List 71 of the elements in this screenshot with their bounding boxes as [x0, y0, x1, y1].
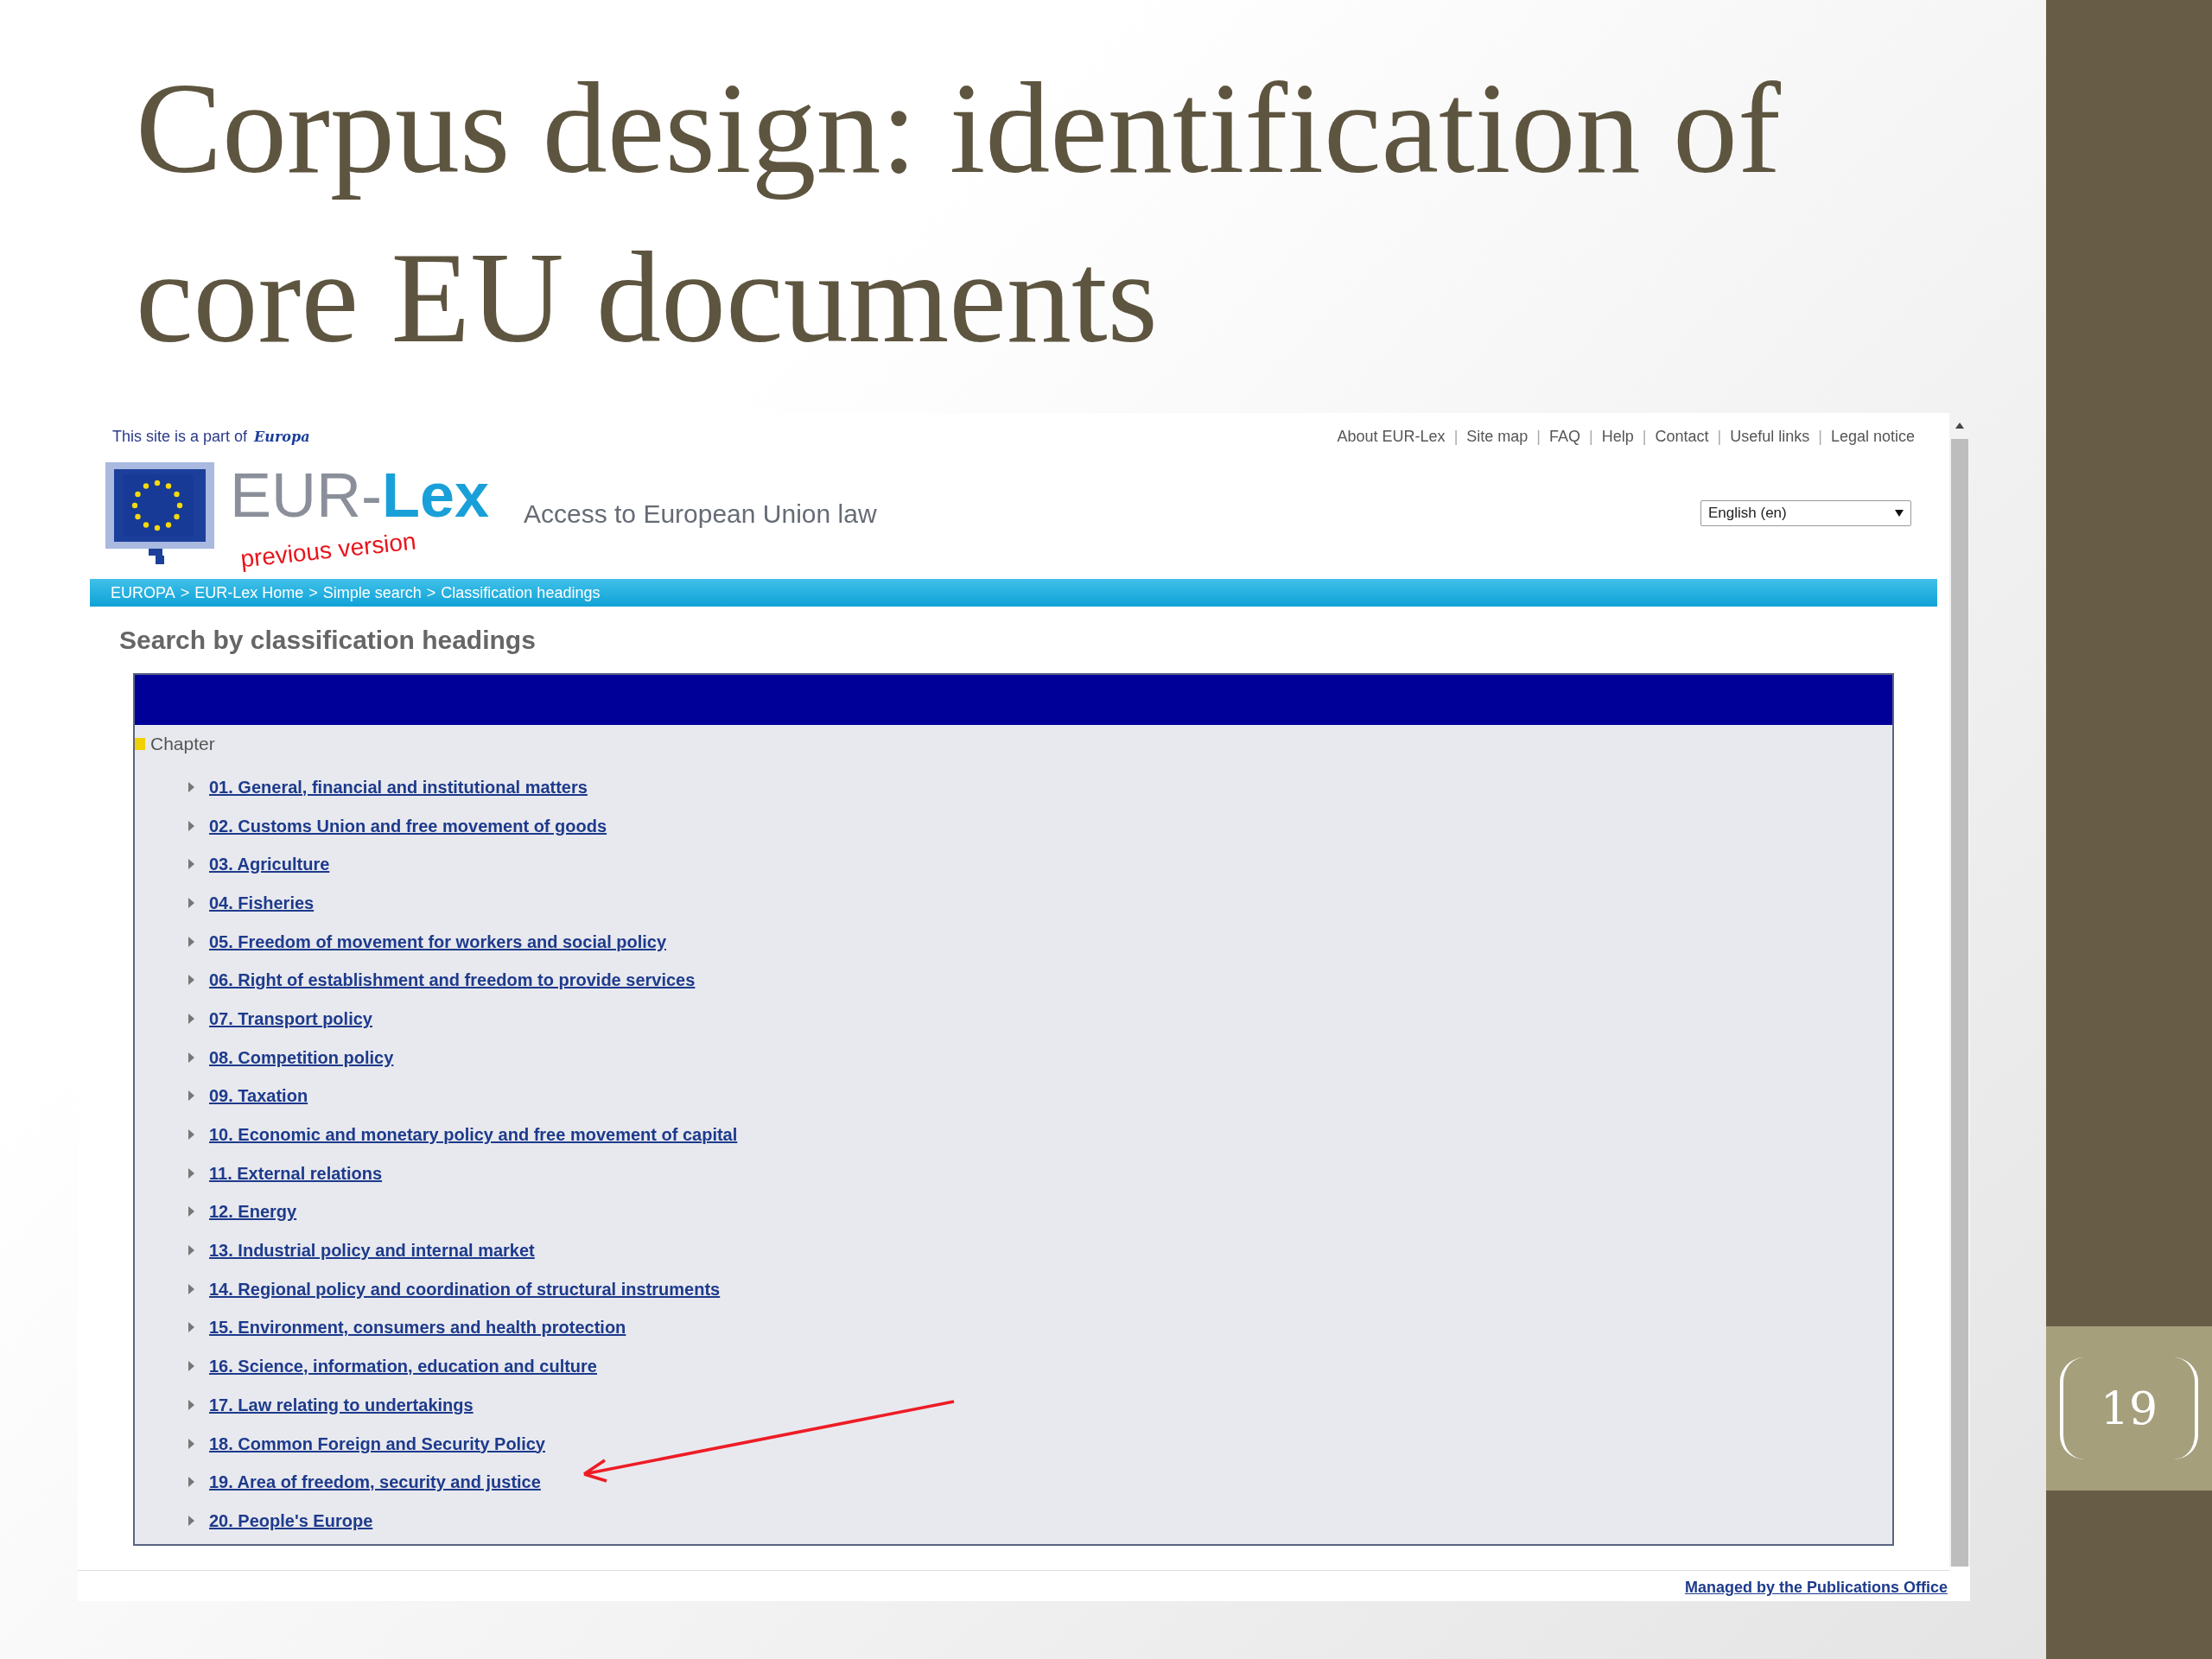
- breadcrumb-separator: >: [180, 582, 190, 603]
- chapter-link[interactable]: 05. Freedom of movement for workers and social policy: [209, 928, 667, 955]
- slide-title: Corpus design: identification of core EU documents: [136, 55, 1782, 371]
- top-link[interactable]: About EUR-Lex: [1337, 425, 1446, 448]
- chapter-link[interactable]: 10. Economic and monetary policy and free movement of capital: [209, 1122, 738, 1148]
- top-link[interactable]: Site map: [1466, 425, 1529, 448]
- language-select[interactable]: English (en): [1700, 500, 1911, 526]
- expand-arrow-icon[interactable]: [187, 1206, 195, 1217]
- chapter-link[interactable]: 12. Energy: [209, 1198, 297, 1225]
- expand-arrow-icon[interactable]: [187, 1477, 195, 1488]
- link-separator: |: [1717, 427, 1722, 447]
- chapter-link[interactable]: 01. General, financial and institutional matters: [209, 773, 588, 800]
- expand-arrow-icon[interactable]: [187, 859, 195, 870]
- chapter-link[interactable]: 13. Industrial policy and internal market: [209, 1237, 535, 1264]
- footer-link[interactable]: Managed by the Publications Office: [1684, 1576, 1948, 1599]
- previous-version-label: previous version: [238, 526, 418, 575]
- page-number: 19: [2100, 1382, 2158, 1436]
- chapter-link[interactable]: 19. Area of freedom, security and justice: [209, 1469, 541, 1496]
- link-separator: |: [1453, 427, 1459, 447]
- eur-lex-logo: EUR-Lex: [230, 461, 490, 529]
- site-affiliation-text: This site is a part of: [112, 427, 248, 447]
- chapter-link[interactable]: 18. Common Foreign and Security Policy: [209, 1430, 545, 1457]
- link-separator: |: [1642, 427, 1647, 447]
- europa-logo[interactable]: Europa: [254, 426, 310, 448]
- expand-arrow-icon[interactable]: [187, 1361, 195, 1372]
- breadcrumb-separator: >: [426, 582, 436, 603]
- chapter-link[interactable]: 15. Environment, consumers and health protection: [209, 1314, 626, 1341]
- chapter-link[interactable]: 02. Customs Union and free movement of goods: [209, 812, 607, 839]
- chapter-link[interactable]: 07. Transport policy: [209, 1005, 372, 1032]
- top-link[interactable]: Useful links: [1730, 425, 1810, 448]
- chapter-link[interactable]: 20. People's Europe: [209, 1507, 373, 1534]
- chapter-link[interactable]: 16. Science, information, education and culture: [209, 1353, 597, 1380]
- expand-arrow-icon[interactable]: [187, 1090, 195, 1102]
- chapter-link[interactable]: 09. Taxation: [209, 1083, 308, 1109]
- expand-arrow-icon[interactable]: [187, 1515, 195, 1526]
- expand-arrow-icon[interactable]: [187, 1167, 195, 1179]
- chapter-link[interactable]: 14. Regional policy and coordination of structural instruments: [209, 1275, 721, 1302]
- expand-arrow-icon[interactable]: [187, 975, 195, 986]
- expand-arrow-icon[interactable]: [187, 897, 195, 908]
- chapter-link[interactable]: 04. Fisheries: [209, 889, 315, 916]
- chapter-link[interactable]: 03. Agriculture: [209, 851, 330, 878]
- breadcrumb-separator: >: [308, 582, 318, 603]
- top-link[interactable]: Contact: [1655, 425, 1709, 448]
- dropdown-caret-icon: [1895, 510, 1904, 517]
- chapter-link[interactable]: 08. Competition policy: [209, 1044, 394, 1071]
- chapter-link[interactable]: 11. External relations: [209, 1160, 383, 1186]
- link-separator: |: [1818, 427, 1822, 447]
- top-link[interactable]: Help: [1601, 425, 1634, 448]
- expand-arrow-icon[interactable]: [187, 781, 195, 792]
- expand-arrow-icon[interactable]: [187, 936, 195, 947]
- expand-arrow-icon[interactable]: [187, 1283, 195, 1294]
- scrollbar-thumb[interactable]: [1951, 439, 1968, 1567]
- expand-arrow-icon[interactable]: [187, 1052, 195, 1063]
- top-link[interactable]: FAQ: [1549, 425, 1581, 448]
- expand-arrow-icon[interactable]: [187, 1245, 195, 1256]
- expand-arrow-icon[interactable]: [187, 820, 195, 831]
- expand-arrow-icon[interactable]: [187, 1399, 195, 1410]
- folder-marker-icon: [135, 737, 145, 750]
- link-separator: |: [1589, 427, 1593, 447]
- expand-arrow-icon[interactable]: [187, 1438, 195, 1449]
- expand-arrow-icon[interactable]: [187, 1129, 195, 1141]
- expand-arrow-icon[interactable]: [187, 1013, 195, 1024]
- link-separator: |: [1536, 427, 1541, 447]
- chapter-link[interactable]: 06. Right of establishment and freedom to provide services: [209, 967, 696, 994]
- site-tagline: Access to European Union law: [524, 498, 877, 530]
- top-link[interactable]: Legal notice: [1830, 425, 1915, 448]
- chapter-link[interactable]: 17. Law relating to undertakings: [209, 1391, 474, 1418]
- expand-arrow-icon[interactable]: [187, 1322, 195, 1333]
- page-heading: Search by classification headings: [119, 625, 537, 656]
- tree-root-label: Chapter: [150, 733, 215, 755]
- eu-flag-logo-icon: [105, 462, 214, 564]
